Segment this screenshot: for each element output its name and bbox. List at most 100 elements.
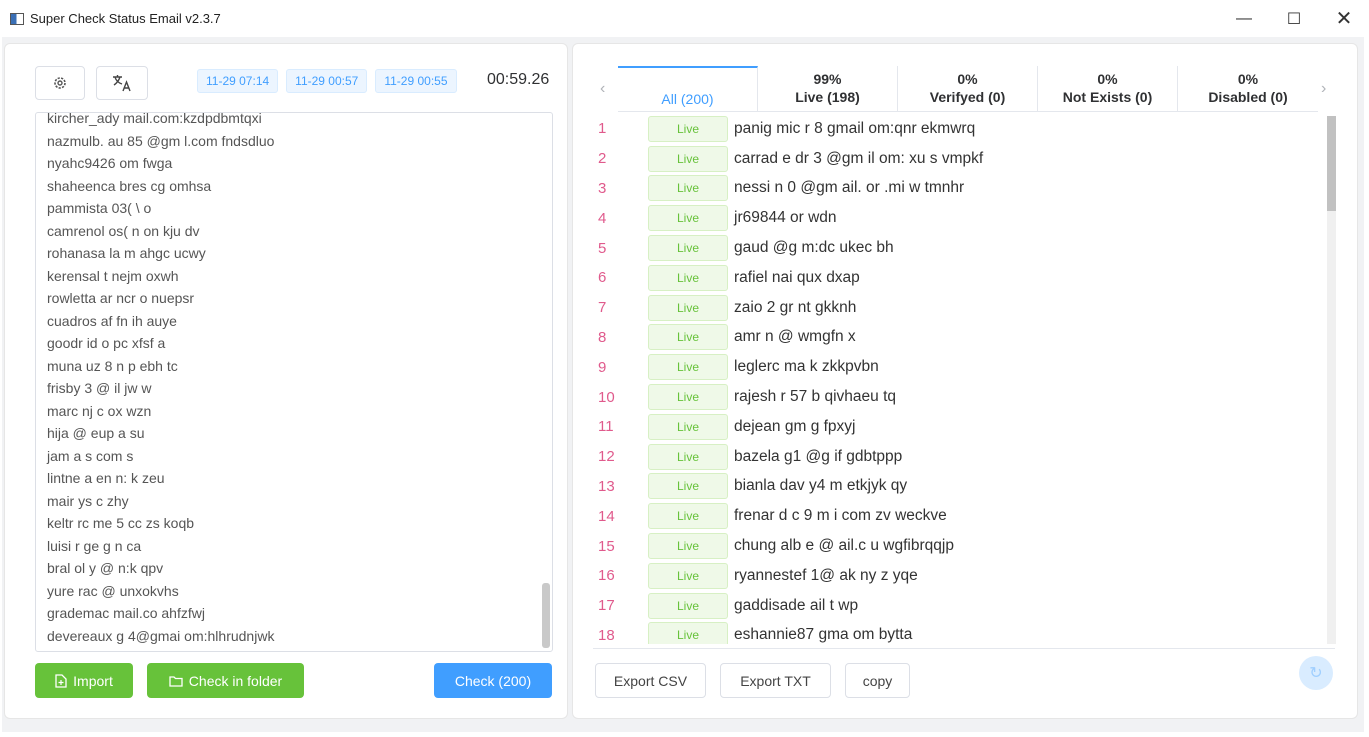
row-number: 1 bbox=[598, 120, 607, 138]
row-email: eshannie87 gma om bytta bbox=[734, 626, 913, 644]
tab-verified-label: Verifyed (0) bbox=[929, 89, 1006, 105]
result-row[interactable]: 6 Live rafiel nai qux dxap bbox=[593, 263, 1323, 293]
timestamp-tag[interactable]: 11-29 07:14 bbox=[197, 69, 279, 93]
copy-label: copy bbox=[862, 672, 893, 689]
row-email: dejean gm g fpxyj bbox=[734, 417, 856, 435]
email-input-line: kerensal t nejm oxwh bbox=[47, 267, 179, 284]
tabs-prev-icon[interactable]: ‹ bbox=[600, 80, 605, 98]
refresh-button[interactable]: ↻ bbox=[1299, 656, 1333, 690]
status-badge: Live bbox=[648, 622, 728, 644]
tab-verified-percent: 0% bbox=[957, 71, 978, 87]
tab-disabled[interactable]: 0% Disabled (0) bbox=[1178, 66, 1318, 111]
status-badge: Live bbox=[648, 503, 728, 530]
language-button[interactable] bbox=[96, 66, 148, 100]
row-email: ryannestef 1@ ak ny z yqe bbox=[734, 566, 918, 584]
window-controls: — ☐ ✕ bbox=[1219, 0, 1369, 37]
row-email: frenar d c 9 m i com zv weckve bbox=[734, 507, 947, 525]
result-row[interactable]: 3 Live nessi n 0 @gm ail. or .mi w tmnhr bbox=[593, 174, 1323, 204]
results-list: 1 Live panig mic r 8 gmail om:qnr ekmwrq 2 L… bbox=[593, 114, 1323, 644]
tabs-next-icon[interactable]: › bbox=[1321, 80, 1326, 98]
row-email: jr69844 or wdn bbox=[734, 209, 837, 227]
result-row[interactable]: 15 Live chung alb e @ ail.c u wgfibrqqjp bbox=[593, 531, 1323, 561]
result-row[interactable]: 9 Live leglerc ma k zkkpvbn bbox=[593, 352, 1323, 382]
export-txt-button[interactable]: Export TXT bbox=[720, 663, 831, 698]
check-button[interactable]: Check (200) bbox=[434, 663, 552, 698]
translate-icon bbox=[113, 75, 131, 92]
title-bar: Super Check Status Email v2.3.7 — ☐ ✕ bbox=[0, 0, 1369, 37]
row-email: leglerc ma k zkkpvbn bbox=[734, 358, 879, 376]
export-txt-label: Export TXT bbox=[740, 672, 811, 689]
result-row[interactable]: 12 Live bazela g1 @g if gdbtppp bbox=[593, 442, 1323, 472]
minimize-button[interactable]: — bbox=[1219, 0, 1269, 37]
row-number: 5 bbox=[598, 239, 607, 257]
export-csv-label: Export CSV bbox=[613, 672, 688, 689]
result-row[interactable]: 1 Live panig mic r 8 gmail om:qnr ekmwrq bbox=[593, 114, 1323, 144]
status-badge: Live bbox=[648, 294, 728, 321]
result-row[interactable]: 7 Live zaio 2 gr nt gkknh bbox=[593, 293, 1323, 323]
row-email: zaio 2 gr nt gkknh bbox=[734, 298, 857, 316]
email-input-area[interactable]: kircher_ady mail.com:kzdpdbmtqxi nazmulb.… bbox=[35, 112, 553, 652]
tab-live-label: Live (198) bbox=[795, 89, 860, 105]
status-badge: Live bbox=[648, 354, 728, 381]
check-in-folder-button[interactable]: Check in folder bbox=[147, 663, 304, 698]
app-body: 11-29 07:14 11-29 00:57 11-29 00:55 00:5… bbox=[2, 37, 1364, 732]
result-row[interactable]: 17 Live gaddisade ail t wp bbox=[593, 591, 1323, 621]
export-csv-button[interactable]: Export CSV bbox=[595, 663, 706, 698]
status-tabs: All (200) 99% Live (198) 0% Verifyed (0)… bbox=[618, 66, 1318, 112]
window-title: Super Check Status Email v2.3.7 bbox=[30, 11, 221, 26]
settings-button[interactable] bbox=[35, 66, 85, 100]
result-row[interactable]: 4 Live jr69844 or wdn bbox=[593, 203, 1323, 233]
email-input-line: luisi r ge g n ca bbox=[47, 537, 142, 554]
results-scrollbar[interactable] bbox=[1327, 116, 1336, 644]
row-email: bianla dav y4 m etkjyk qy bbox=[734, 477, 908, 495]
tab-all[interactable]: All (200) bbox=[618, 66, 758, 111]
result-row[interactable]: 18 Live eshannie87 gma om bytta bbox=[593, 621, 1323, 644]
result-row[interactable]: 16 Live ryannestef 1@ ak ny z yqe bbox=[593, 561, 1323, 591]
row-email: rajesh r 57 b qivhaeu tq bbox=[734, 388, 896, 406]
email-input-line: jam a s com s bbox=[47, 447, 134, 464]
result-row[interactable]: 5 Live gaud @g m:dc ukec bh bbox=[593, 233, 1323, 263]
email-input-line: pammista 03( \ o bbox=[47, 200, 152, 216]
row-email: chung alb e @ ail.c u wgfibrqqjp bbox=[734, 537, 954, 555]
row-number: 10 bbox=[598, 388, 615, 406]
tab-not-exists[interactable]: 0% Not Exists (0) bbox=[1038, 66, 1178, 111]
result-row[interactable]: 14 Live frenar d c 9 m i com zv weckve bbox=[593, 501, 1323, 531]
status-badge: Live bbox=[648, 413, 728, 440]
result-row[interactable]: 10 Live rajesh r 57 b qivhaeu tq bbox=[593, 382, 1323, 412]
result-row[interactable]: 13 Live bianla dav y4 m etkjyk qy bbox=[593, 472, 1323, 502]
import-button-label: Import bbox=[73, 672, 113, 689]
row-number: 6 bbox=[598, 269, 607, 287]
tab-disabled-percent: 0% bbox=[1237, 71, 1259, 87]
timestamp-tag[interactable]: 11-29 00:55 bbox=[375, 69, 457, 93]
tab-disabled-label: Disabled (0) bbox=[1208, 89, 1288, 105]
status-badge: Live bbox=[648, 175, 728, 202]
row-number: 14 bbox=[598, 507, 615, 525]
close-button[interactable]: ✕ bbox=[1319, 0, 1369, 37]
email-input-line: goodr id o pc xfsf a bbox=[47, 335, 166, 351]
result-row[interactable]: 11 Live dejean gm g fpxyj bbox=[593, 412, 1323, 442]
tab-verified[interactable]: 0% Verifyed (0) bbox=[898, 66, 1038, 111]
import-button[interactable]: Import bbox=[35, 663, 133, 698]
result-row[interactable]: 8 Live amr n @ wmgfn x bbox=[593, 323, 1323, 353]
tab-live[interactable]: 99% Live (198) bbox=[758, 66, 898, 111]
status-badge: Live bbox=[648, 235, 728, 262]
email-input-scrollbar[interactable] bbox=[542, 583, 550, 648]
status-badge: Live bbox=[648, 592, 728, 619]
results-scroll-thumb[interactable] bbox=[1327, 116, 1336, 211]
maximize-button[interactable]: ☐ bbox=[1269, 0, 1319, 37]
file-icon bbox=[55, 673, 67, 688]
gear-icon bbox=[54, 77, 66, 89]
email-input-line: mair ys c zhy bbox=[47, 492, 129, 509]
tab-not-exists-label: Not Exists (0) bbox=[1062, 89, 1153, 105]
results-panel: ‹ All (200) 99% Live (198) 0% Verifyed (… bbox=[572, 43, 1358, 719]
row-email: gaddisade ail t wp bbox=[734, 596, 859, 614]
status-badge: Live bbox=[648, 533, 728, 560]
status-badge: Live bbox=[648, 205, 728, 232]
email-input-line: keltr rc me 5 cc zs koqb bbox=[47, 515, 195, 531]
timestamp-tag[interactable]: 11-29 00:57 bbox=[286, 69, 368, 93]
result-row[interactable]: 2 Live carrad e dr 3 @gm il om: xu s vmpkf bbox=[593, 144, 1323, 174]
row-number: 18 bbox=[598, 626, 615, 644]
email-input-line: nyahc9426 om fwga bbox=[47, 155, 173, 171]
copy-button[interactable]: copy bbox=[845, 663, 910, 698]
status-badge: Live bbox=[648, 115, 728, 142]
